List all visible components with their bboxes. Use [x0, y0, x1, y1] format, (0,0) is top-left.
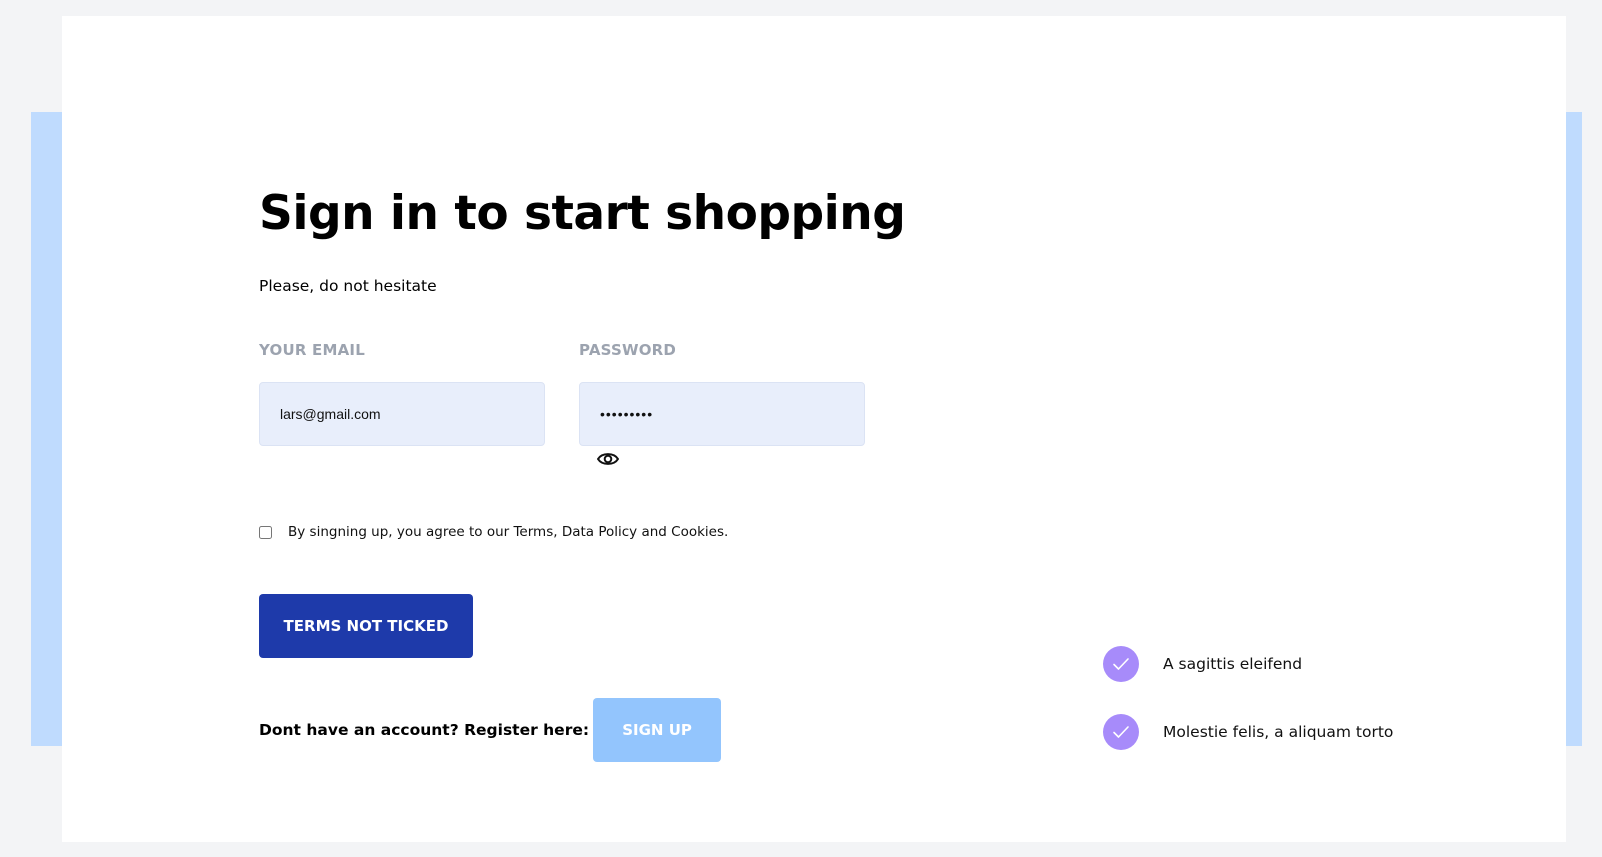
page-title: Sign in to start shopping [259, 186, 906, 241]
feature-list: A sagittis eleifend Molestie felis, a al… [1103, 646, 1393, 782]
list-item: Molestie felis, a aliquam torto [1103, 714, 1393, 750]
terms-text: By singning up, you agree to our Terms, … [288, 524, 729, 540]
password-label: PASSWORD [579, 341, 677, 359]
submit-button[interactable]: TERMS NOT TICKED [259, 594, 473, 658]
list-item: A sagittis eleifend [1103, 646, 1393, 682]
terms-row: By singning up, you agree to our Terms, … [259, 524, 728, 540]
check-icon [1103, 646, 1139, 682]
register-row: Dont have an account? Register here: SIG… [259, 698, 722, 762]
feature-text: Molestie felis, a aliquam torto [1163, 723, 1394, 741]
eye-icon[interactable] [595, 448, 621, 470]
password-input[interactable] [579, 382, 865, 446]
sign-up-button[interactable]: SIGN UP [593, 698, 722, 762]
register-prompt: Dont have an account? Register here: [259, 721, 590, 739]
check-icon [1103, 714, 1139, 750]
login-card: Sign in to start shopping Please, do not… [62, 16, 1566, 842]
feature-text: A sagittis eleifend [1163, 655, 1303, 673]
page-subtitle: Please, do not hesitate [259, 277, 437, 295]
email-label: YOUR EMAIL [259, 341, 365, 359]
email-input[interactable] [259, 382, 545, 446]
terms-checkbox[interactable] [259, 525, 272, 539]
